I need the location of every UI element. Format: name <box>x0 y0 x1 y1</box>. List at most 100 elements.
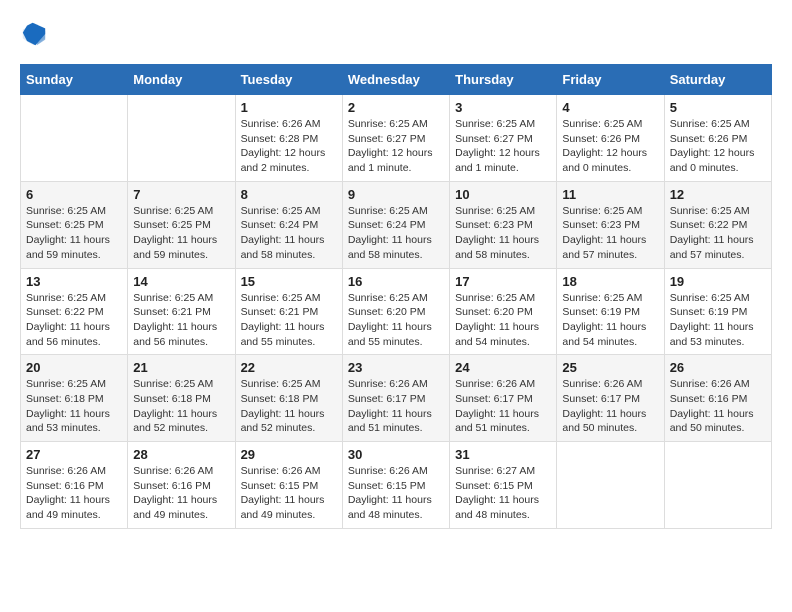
calendar-cell: 25Sunrise: 6:26 AMSunset: 6:17 PMDayligh… <box>557 355 664 442</box>
calendar-cell: 8Sunrise: 6:25 AMSunset: 6:24 PMDaylight… <box>235 181 342 268</box>
day-number: 29 <box>241 447 337 462</box>
day-info: Sunrise: 6:26 AMSunset: 6:16 PMDaylight:… <box>670 377 766 436</box>
calendar-cell: 19 Sunrise: 6:25 AMSunset: 6:19 PMDayligh… <box>664 268 771 355</box>
calendar-cell: 22 Sunrise: 6:25 AMSunset: 6:18 PMDayligh… <box>235 355 342 442</box>
calendar-cell: 12 Sunrise: 6:25 AMSunset: 6:22 PMDayligh… <box>664 181 771 268</box>
calendar-cell: 15 Sunrise: 6:25 AMSunset: 6:21 PMDayligh… <box>235 268 342 355</box>
calendar-cell: 18 Sunrise: 6:25 AMSunset: 6:19 PMDayligh… <box>557 268 664 355</box>
logo <box>20 20 52 48</box>
calendar-cell: 23Sunrise: 6:26 AMSunset: 6:17 PMDayligh… <box>342 355 449 442</box>
day-info: Sunrise: 6:27 AMSunset: 6:15 PMDaylight:… <box>455 464 551 523</box>
day-number: 19 <box>670 274 766 289</box>
calendar-cell: 9Sunrise: 6:25 AMSunset: 6:24 PMDaylight… <box>342 181 449 268</box>
day-of-week-header: Friday <box>557 65 664 95</box>
day-number: 15 <box>241 274 337 289</box>
calendar-cell <box>664 442 771 529</box>
day-number: 1 <box>241 100 337 115</box>
day-number: 3 <box>455 100 551 115</box>
day-info: Sunrise: 6:25 AMSunset: 6:23 PMDaylight:… <box>455 204 551 263</box>
day-number: 7 <box>133 187 229 202</box>
day-info: Sunrise: 6:25 AMSunset: 6:23 PMDaylight:… <box>562 204 658 263</box>
calendar-cell: 16 Sunrise: 6:25 AMSunset: 6:20 PMDayligh… <box>342 268 449 355</box>
day-number: 24 <box>455 360 551 375</box>
calendar-cell: 21Sunrise: 6:25 AMSunset: 6:18 PMDayligh… <box>128 355 235 442</box>
calendar-cell: 13 Sunrise: 6:25 AMSunset: 6:22 PMDayligh… <box>21 268 128 355</box>
day-info: Sunrise: 6:26 AMSunset: 6:15 PMDaylight:… <box>348 464 444 523</box>
calendar-body: 1 Sunrise: 6:26 AMSunset: 6:28 PMDaylight… <box>21 95 772 529</box>
day-info: Sunrise: 6:25 AMSunset: 6:19 PMDaylight:… <box>562 291 658 350</box>
day-info: Sunrise: 6:25 AMSunset: 6:26 PMDaylight:… <box>562 117 658 176</box>
day-info: Sunrise: 6:25 AMSunset: 6:20 PMDaylight:… <box>348 291 444 350</box>
day-info: Sunrise: 6:25 AMSunset: 6:22 PMDaylight:… <box>670 204 766 263</box>
day-info: Sunrise: 6:26 AMSunset: 6:16 PMDaylight:… <box>133 464 229 523</box>
day-info: Sunrise: 6:25 AMSunset: 6:25 PMDaylight:… <box>26 204 122 263</box>
calendar-cell: 20 Sunrise: 6:25 AMSunset: 6:18 PMDayligh… <box>21 355 128 442</box>
calendar-cell: 27 Sunrise: 6:26 AMSunset: 6:16 PMDayligh… <box>21 442 128 529</box>
day-number: 18 <box>562 274 658 289</box>
day-number: 30 <box>348 447 444 462</box>
calendar-cell: 31 Sunrise: 6:27 AMSunset: 6:15 PMDayligh… <box>450 442 557 529</box>
day-number: 31 <box>455 447 551 462</box>
calendar-cell: 14Sunrise: 6:25 AMSunset: 6:21 PMDayligh… <box>128 268 235 355</box>
day-number: 25 <box>562 360 658 375</box>
day-number: 9 <box>348 187 444 202</box>
calendar-cell <box>557 442 664 529</box>
day-info: Sunrise: 6:25 AMSunset: 6:25 PMDaylight:… <box>133 204 229 263</box>
day-number: 13 <box>26 274 122 289</box>
day-of-week-header: Monday <box>128 65 235 95</box>
day-number: 4 <box>562 100 658 115</box>
day-info: Sunrise: 6:25 AMSunset: 6:21 PMDaylight:… <box>133 291 229 350</box>
calendar-cell: 4 Sunrise: 6:25 AMSunset: 6:26 PMDaylight… <box>557 95 664 182</box>
calendar-cell: 2Sunrise: 6:25 AMSunset: 6:27 PMDaylight… <box>342 95 449 182</box>
calendar-cell: 29Sunrise: 6:26 AMSunset: 6:15 PMDayligh… <box>235 442 342 529</box>
day-number: 10 <box>455 187 551 202</box>
calendar-week-row: 27 Sunrise: 6:26 AMSunset: 6:16 PMDayligh… <box>21 442 772 529</box>
day-info: Sunrise: 6:25 AMSunset: 6:18 PMDaylight:… <box>241 377 337 436</box>
day-info: Sunrise: 6:26 AMSunset: 6:16 PMDaylight:… <box>26 464 122 523</box>
day-number: 22 <box>241 360 337 375</box>
day-number: 12 <box>670 187 766 202</box>
day-of-week-header: Wednesday <box>342 65 449 95</box>
calendar-table: SundayMondayTuesdayWednesdayThursdayFrid… <box>20 64 772 529</box>
calendar-week-row: 6Sunrise: 6:25 AMSunset: 6:25 PMDaylight… <box>21 181 772 268</box>
calendar-week-row: 13 Sunrise: 6:25 AMSunset: 6:22 PMDayligh… <box>21 268 772 355</box>
day-number: 20 <box>26 360 122 375</box>
calendar-cell: 28 Sunrise: 6:26 AMSunset: 6:16 PMDayligh… <box>128 442 235 529</box>
calendar-cell: 17 Sunrise: 6:25 AMSunset: 6:20 PMDayligh… <box>450 268 557 355</box>
day-info: Sunrise: 6:25 AMSunset: 6:21 PMDaylight:… <box>241 291 337 350</box>
calendar-cell: 1 Sunrise: 6:26 AMSunset: 6:28 PMDaylight… <box>235 95 342 182</box>
calendar-cell: 30 Sunrise: 6:26 AMSunset: 6:15 PMDayligh… <box>342 442 449 529</box>
day-number: 26 <box>670 360 766 375</box>
logo-icon <box>20 20 48 48</box>
day-info: Sunrise: 6:26 AMSunset: 6:17 PMDaylight:… <box>455 377 551 436</box>
calendar-cell: 11 Sunrise: 6:25 AMSunset: 6:23 PMDayligh… <box>557 181 664 268</box>
calendar-cell <box>21 95 128 182</box>
day-info: Sunrise: 6:26 AMSunset: 6:28 PMDaylight:… <box>241 117 337 176</box>
page-header <box>20 20 772 48</box>
calendar-cell: 24 Sunrise: 6:26 AMSunset: 6:17 PMDayligh… <box>450 355 557 442</box>
day-info: Sunrise: 6:25 AMSunset: 6:18 PMDaylight:… <box>26 377 122 436</box>
day-of-week-header: Tuesday <box>235 65 342 95</box>
day-info: Sunrise: 6:25 AMSunset: 6:22 PMDaylight:… <box>26 291 122 350</box>
day-number: 21 <box>133 360 229 375</box>
day-info: Sunrise: 6:25 AMSunset: 6:20 PMDaylight:… <box>455 291 551 350</box>
day-number: 16 <box>348 274 444 289</box>
day-of-week-header: Thursday <box>450 65 557 95</box>
day-number: 11 <box>562 187 658 202</box>
calendar-week-row: 20 Sunrise: 6:25 AMSunset: 6:18 PMDayligh… <box>21 355 772 442</box>
calendar-header-row: SundayMondayTuesdayWednesdayThursdayFrid… <box>21 65 772 95</box>
calendar-cell: 5Sunrise: 6:25 AMSunset: 6:26 PMDaylight… <box>664 95 771 182</box>
day-info: Sunrise: 6:25 AMSunset: 6:27 PMDaylight:… <box>455 117 551 176</box>
calendar-cell: 7 Sunrise: 6:25 AMSunset: 6:25 PMDaylight… <box>128 181 235 268</box>
calendar-cell: 26 Sunrise: 6:26 AMSunset: 6:16 PMDayligh… <box>664 355 771 442</box>
day-info: Sunrise: 6:25 AMSunset: 6:27 PMDaylight:… <box>348 117 444 176</box>
day-info: Sunrise: 6:25 AMSunset: 6:19 PMDaylight:… <box>670 291 766 350</box>
day-number: 28 <box>133 447 229 462</box>
day-number: 27 <box>26 447 122 462</box>
day-of-week-header: Saturday <box>664 65 771 95</box>
day-number: 17 <box>455 274 551 289</box>
day-info: Sunrise: 6:25 AMSunset: 6:24 PMDaylight:… <box>241 204 337 263</box>
calendar-week-row: 1 Sunrise: 6:26 AMSunset: 6:28 PMDaylight… <box>21 95 772 182</box>
calendar-cell: 10 Sunrise: 6:25 AMSunset: 6:23 PMDayligh… <box>450 181 557 268</box>
day-info: Sunrise: 6:25 AMSunset: 6:26 PMDaylight:… <box>670 117 766 176</box>
